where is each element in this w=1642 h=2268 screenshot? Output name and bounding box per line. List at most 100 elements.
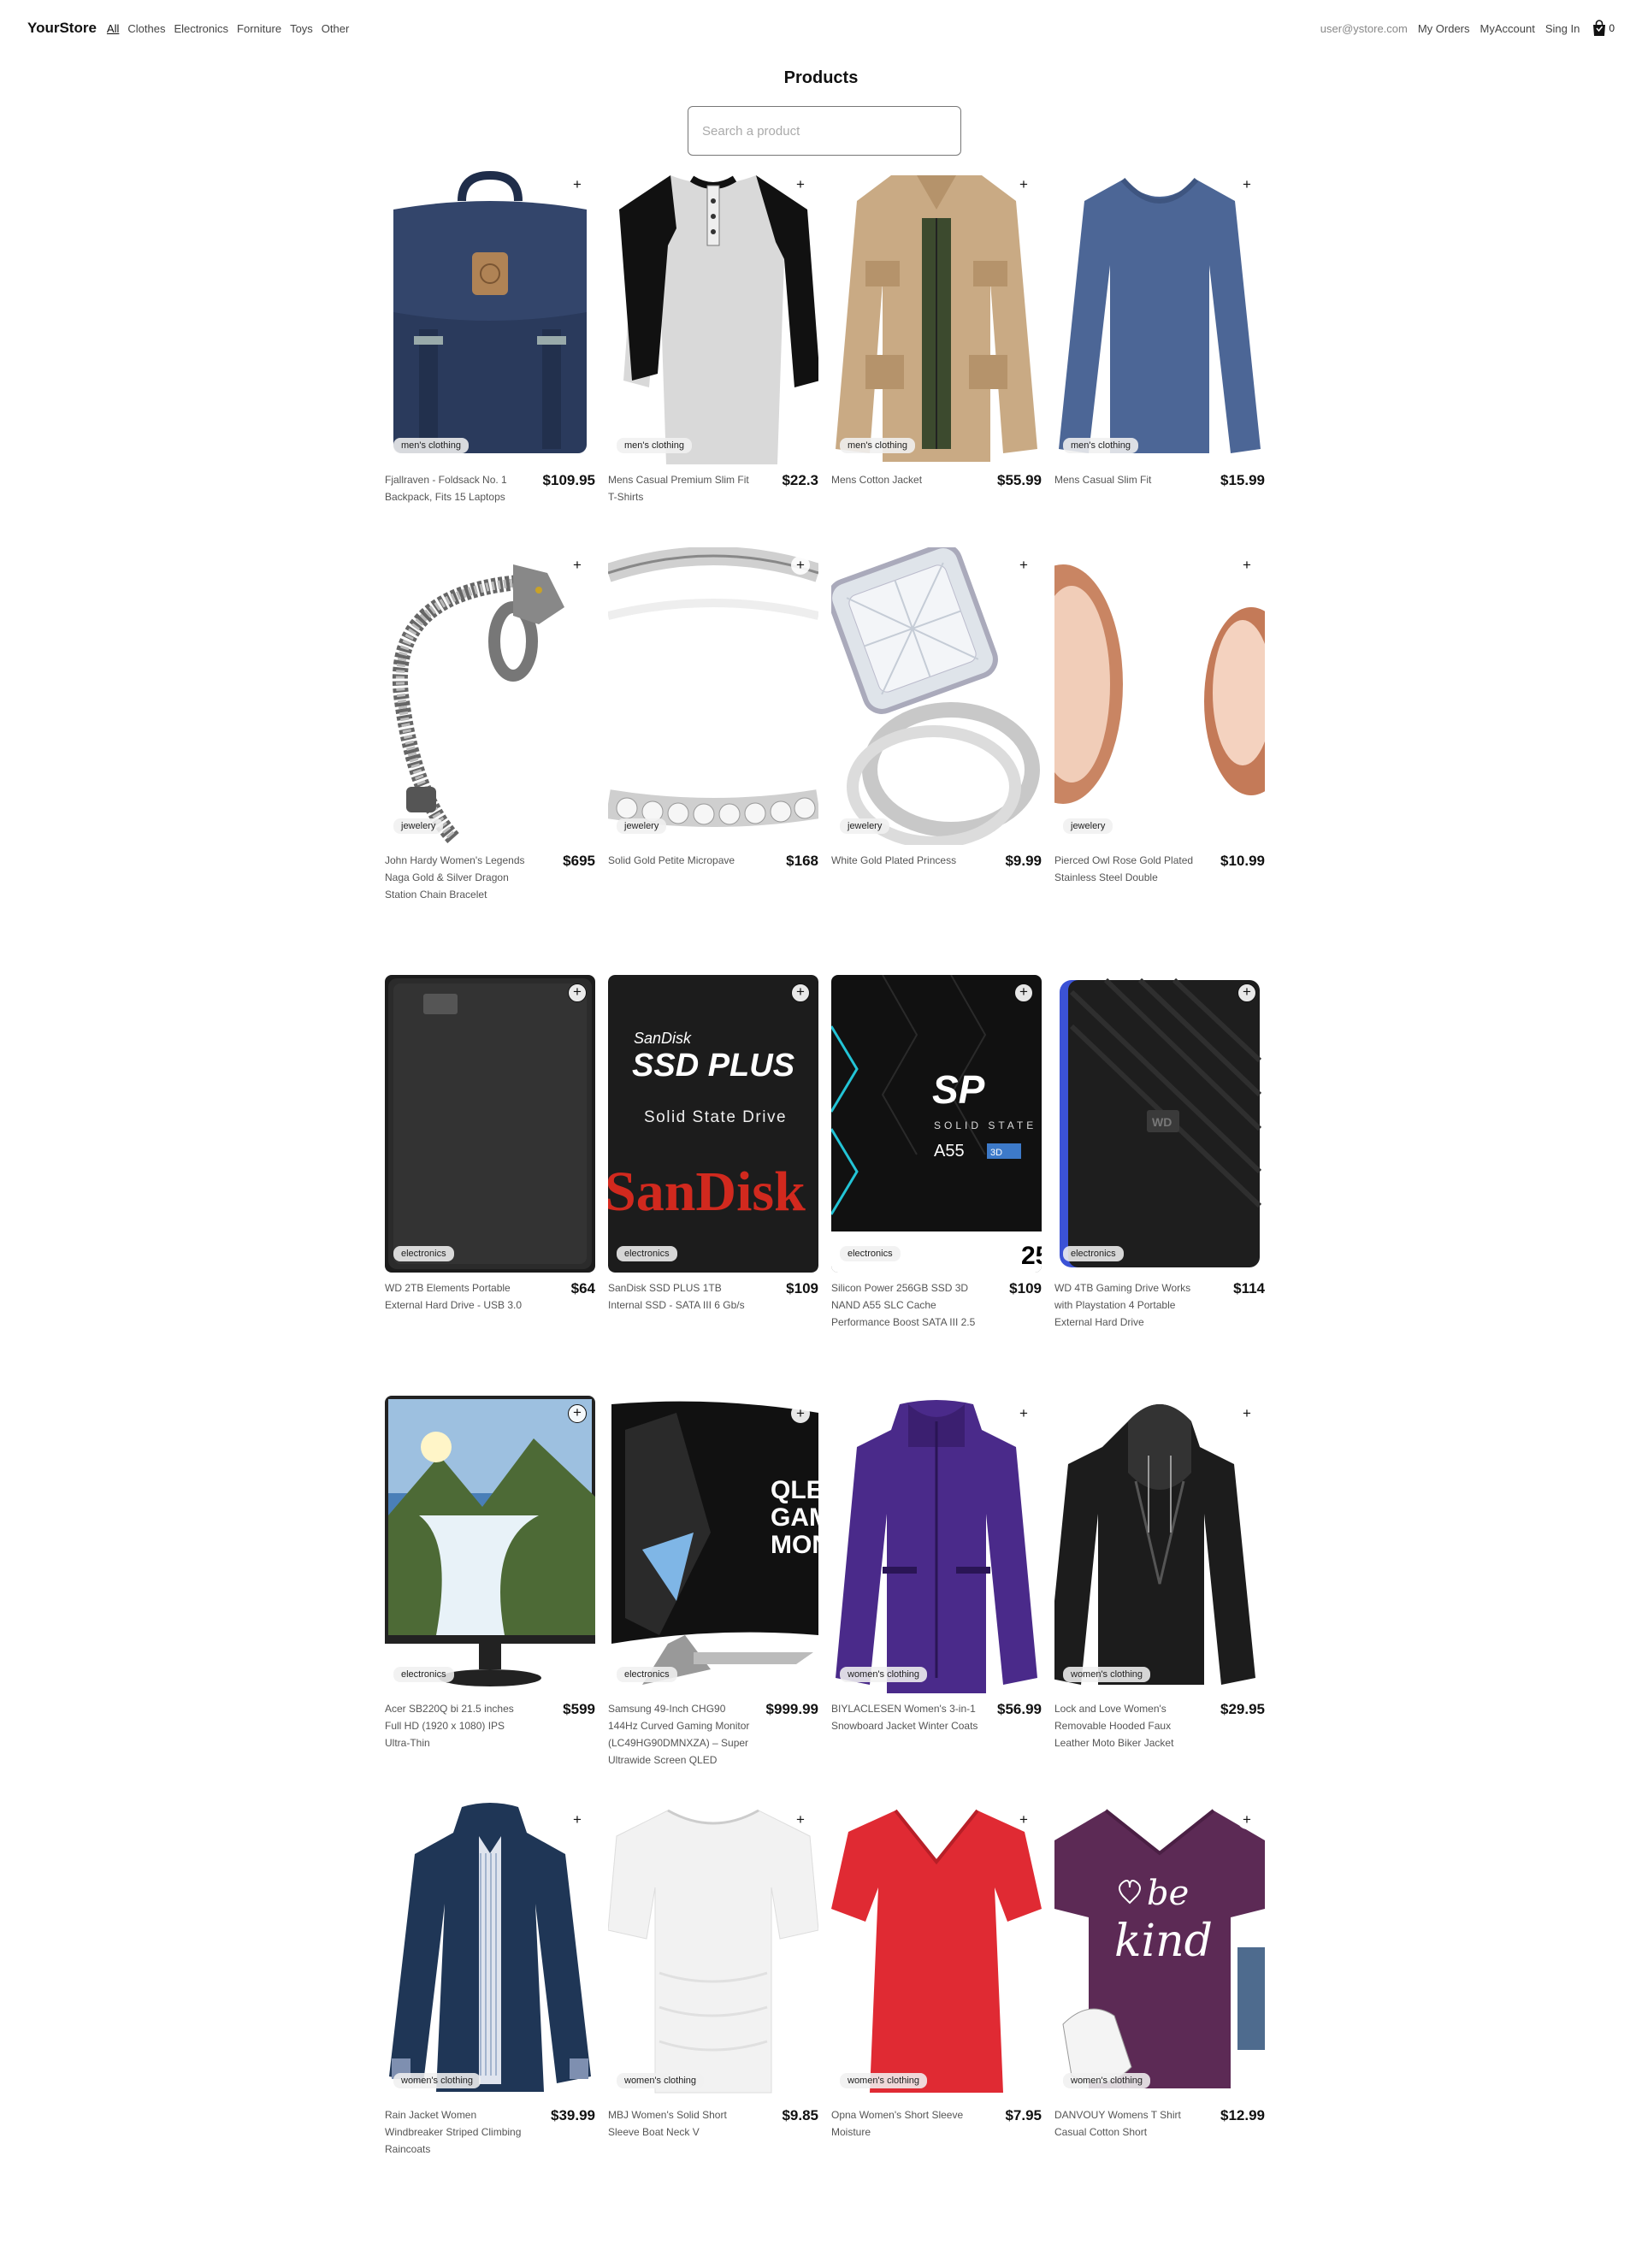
product-price: $12.99: [1220, 2107, 1265, 2123]
nav-category-electronics[interactable]: Electronics: [174, 22, 228, 35]
category-badge: jewelery: [393, 818, 444, 834]
add-to-cart-button[interactable]: +: [1237, 1404, 1256, 1423]
rose-gold-plugs-image[interactable]: [1054, 547, 1265, 845]
leather-jacket-image[interactable]: [1054, 1396, 1265, 1693]
product-name[interactable]: Fjallraven - Foldsack No. 1 Backpack, Fi…: [385, 471, 532, 505]
svg-text:3D: 3D: [990, 1148, 1002, 1158]
search-input[interactable]: [688, 106, 961, 156]
brand-logo[interactable]: YourStore: [27, 20, 97, 37]
nav-category-other[interactable]: Other: [322, 22, 350, 35]
product-name[interactable]: MBJ Women's Solid Short Sleeve Boat Neck…: [608, 2106, 755, 2141]
svg-text:SSD PLUS: SSD PLUS: [632, 1048, 794, 1084]
product-name[interactable]: Solid Gold Petite Micropave: [608, 852, 755, 871]
product-name[interactable]: Acer SB220Q bi 21.5 inches Full HD (1920…: [385, 1700, 532, 1751]
princess-ring-image[interactable]: [831, 547, 1042, 845]
nav-category-all[interactable]: All: [107, 22, 119, 35]
gaming-drive-image[interactable]: WD: [1054, 975, 1265, 1273]
product-price: $109: [786, 1280, 818, 1296]
product-price: $56.99: [997, 1701, 1042, 1717]
add-to-cart-button[interactable]: +: [568, 983, 587, 1002]
add-to-cart-button[interactable]: +: [1014, 175, 1033, 194]
product-name[interactable]: Mens Casual Premium Slim Fit T-Shirts: [608, 471, 755, 505]
monitor-landscape-image[interactable]: [385, 1396, 595, 1693]
nav-category-furniture[interactable]: Forniture: [237, 22, 281, 35]
category-badge: women's clothing: [840, 2073, 928, 2088]
svg-text:A55: A55: [934, 1142, 965, 1161]
product-meta: BIYLACLESEN Women's 3-in-1 Snowboard Jac…: [831, 1700, 1042, 1734]
sign-in-link[interactable]: Sing In: [1545, 22, 1580, 35]
shopping-cart-button[interactable]: 0: [1592, 20, 1615, 37]
add-to-cart-button[interactable]: +: [568, 1404, 587, 1423]
product-name[interactable]: SanDisk SSD PLUS 1TB Internal SSD - SATA…: [608, 1279, 755, 1314]
product-name[interactable]: WD 4TB Gaming Drive Works with Playstati…: [1054, 1279, 1202, 1331]
category-badge: electronics: [393, 1246, 454, 1261]
add-to-cart-button[interactable]: +: [1237, 1810, 1256, 1829]
add-to-cart-button[interactable]: +: [568, 1810, 587, 1829]
red-tshirt-image[interactable]: [831, 1802, 1042, 2100]
my-orders-link[interactable]: My Orders: [1418, 22, 1470, 35]
add-to-cart-button[interactable]: +: [1237, 983, 1256, 1002]
rain-jacket-image[interactable]: [385, 1802, 595, 2100]
product-name[interactable]: DANVOUY Womens T Shirt Casual Cotton Sho…: [1054, 2106, 1202, 2141]
be-kind-tshirt-image[interactable]: be kind: [1054, 1802, 1265, 2100]
svg-text:kind: kind: [1114, 1916, 1213, 1967]
product-meta: Pierced Owl Rose Gold Plated Stainless S…: [1054, 852, 1265, 886]
sp-ssd-image[interactable]: SP SOLID STATE A55 3D 25: [831, 975, 1042, 1273]
white-top-image[interactable]: [608, 1802, 818, 2100]
product-meta: Mens Cotton Jacket $55.99: [831, 471, 1042, 490]
product-name[interactable]: Mens Cotton Jacket: [831, 471, 978, 490]
product-name[interactable]: WD 2TB Elements Portable External Hard D…: [385, 1279, 532, 1314]
curved-monitor-image[interactable]: QLEDGAMMON: [608, 1396, 818, 1693]
product-price: $15.99: [1220, 472, 1265, 488]
longsleeve-shirt-image[interactable]: [1054, 167, 1265, 464]
add-to-cart-button[interactable]: +: [1014, 1404, 1033, 1423]
my-account-link[interactable]: MyAccount: [1480, 22, 1535, 35]
category-badge: men's clothing: [393, 438, 469, 453]
product-meta: SanDisk SSD PLUS 1TB Internal SSD - SATA…: [608, 1279, 818, 1314]
product-name[interactable]: John Hardy Women's Legends Naga Gold & S…: [385, 852, 532, 903]
add-to-cart-button[interactable]: +: [1014, 983, 1033, 1002]
add-to-cart-button[interactable]: +: [791, 556, 810, 575]
add-to-cart-button[interactable]: +: [568, 556, 587, 575]
add-to-cart-button[interactable]: +: [791, 1404, 810, 1423]
product-meta: WD 4TB Gaming Drive Works with Playstati…: [1054, 1279, 1265, 1331]
dragon-bracelet-image[interactable]: [385, 547, 595, 845]
add-to-cart-button[interactable]: +: [1014, 1810, 1033, 1829]
sandisk-ssd-image[interactable]: SanDisk SSD PLUS Solid State Drive SanDisk: [608, 975, 818, 1273]
category-badge: women's clothing: [393, 2073, 481, 2088]
add-to-cart-button[interactable]: +: [1237, 175, 1256, 194]
raglan-tshirt-image[interactable]: [608, 167, 818, 464]
nav-category-clothes[interactable]: Clothes: [127, 22, 165, 35]
add-to-cart-button[interactable]: +: [791, 1810, 810, 1829]
add-to-cart-button[interactable]: +: [791, 983, 810, 1002]
add-to-cart-button[interactable]: +: [568, 175, 587, 194]
hard-drive-image[interactable]: [385, 975, 595, 1273]
product-price: $999.99: [765, 1701, 818, 1717]
cotton-jacket-image[interactable]: [831, 167, 1042, 464]
product-name[interactable]: Opna Women's Short Sleeve Moisture: [831, 2106, 978, 2141]
product-price: $599: [563, 1701, 595, 1717]
product-name[interactable]: Mens Casual Slim Fit: [1054, 471, 1202, 490]
svg-text:GAM: GAM: [771, 1503, 818, 1532]
add-to-cart-button[interactable]: +: [1014, 556, 1033, 575]
product-price: $9.99: [1005, 853, 1042, 869]
micropave-ring-image[interactable]: [608, 547, 818, 845]
product-name[interactable]: BIYLACLESEN Women's 3-in-1 Snowboard Jac…: [831, 1700, 978, 1734]
backpack-image[interactable]: [385, 167, 595, 464]
product-name[interactable]: Lock and Love Women's Removable Hooded F…: [1054, 1700, 1202, 1751]
category-badge: women's clothing: [617, 2073, 705, 2088]
product-meta: WD 2TB Elements Portable External Hard D…: [385, 1279, 595, 1314]
product-name[interactable]: Pierced Owl Rose Gold Plated Stainless S…: [1054, 852, 1202, 886]
product-name[interactable]: Rain Jacket Women Windbreaker Striped Cl…: [385, 2106, 532, 2158]
product-price: $29.95: [1220, 1701, 1265, 1717]
product-name[interactable]: Samsung 49-Inch CHG90 144Hz Curved Gamin…: [608, 1700, 755, 1769]
product-name[interactable]: Silicon Power 256GB SSD 3D NAND A55 SLC …: [831, 1279, 978, 1331]
product-name[interactable]: White Gold Plated Princess: [831, 852, 978, 871]
product-meta: DANVOUY Womens T Shirt Casual Cotton Sho…: [1054, 2106, 1265, 2141]
nav-category-toys[interactable]: Toys: [290, 22, 313, 35]
snowboard-jacket-image[interactable]: [831, 1396, 1042, 1693]
add-to-cart-button[interactable]: +: [791, 175, 810, 194]
category-badge: jewelery: [1063, 818, 1113, 834]
add-to-cart-button[interactable]: +: [1237, 556, 1256, 575]
product-meta: Opna Women's Short Sleeve Moisture $7.95: [831, 2106, 1042, 2141]
